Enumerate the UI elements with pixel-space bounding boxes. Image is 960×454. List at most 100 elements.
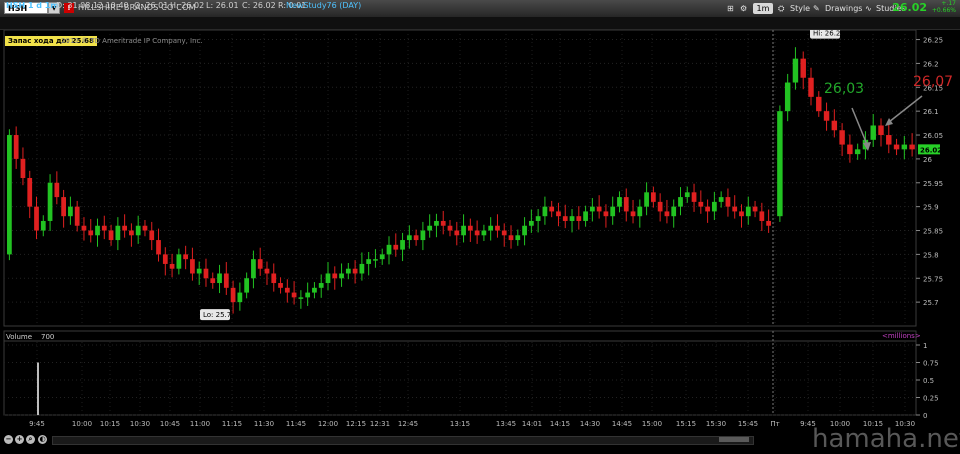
hi-bubble-label: Hi: 26.21 — [813, 30, 845, 38]
x-tick-label: 15:15 — [676, 420, 696, 428]
candle — [528, 220, 534, 226]
candle — [610, 206, 616, 217]
style-button[interactable]: Style — [790, 2, 810, 15]
candle — [508, 235, 514, 241]
chart-title: HSH 1 d 1m — [6, 1, 59, 10]
candle — [461, 225, 466, 236]
candle — [400, 240, 405, 250]
candle — [115, 225, 121, 241]
candle — [217, 273, 222, 284]
x-tick-label: 12:00 — [318, 420, 338, 428]
candle — [230, 287, 236, 303]
bar-open: O: 26.01 — [134, 1, 169, 10]
candle — [691, 192, 697, 202]
volume-y-tick-label: 1 — [923, 342, 927, 350]
scroll-thumb[interactable] — [719, 437, 749, 442]
style-icon[interactable]: ⛭ — [778, 2, 788, 15]
x-tick-label: 11:15 — [222, 420, 242, 428]
candle — [318, 283, 324, 288]
candle — [379, 254, 385, 260]
candle — [808, 77, 814, 97]
pencil-icon[interactable]: ✎ — [813, 2, 823, 15]
y-tick-label: 25.95 — [923, 180, 943, 188]
candle — [792, 58, 799, 83]
candle — [893, 144, 900, 150]
volume-y-tick-label: 0.25 — [923, 395, 939, 403]
zoom-in-icon[interactable]: + — [15, 435, 24, 444]
candle — [278, 283, 283, 288]
gear-icon[interactable]: ⚙ — [740, 2, 750, 15]
candle — [20, 158, 26, 178]
candle — [81, 225, 87, 231]
candle — [562, 216, 568, 221]
candle — [684, 192, 690, 198]
x-tick-label: 10:15 — [100, 420, 120, 428]
candle — [108, 230, 114, 241]
candle — [839, 130, 845, 145]
candle — [495, 225, 500, 231]
candle — [823, 111, 830, 121]
studies-icon[interactable]: ∿ — [865, 2, 875, 15]
candle — [325, 273, 331, 284]
x-tick-label: 10:45 — [160, 420, 180, 428]
candle — [196, 268, 202, 274]
annotation-green: 26,03 — [824, 81, 864, 97]
candle — [583, 211, 588, 221]
zoom-out-icon[interactable]: − — [4, 435, 13, 444]
candle — [7, 135, 12, 255]
y-tick-label: 25.85 — [923, 228, 943, 236]
x-tick-label: 11:30 — [254, 420, 274, 428]
candle — [481, 230, 487, 236]
candle — [474, 230, 480, 236]
candle — [447, 225, 453, 231]
candle — [777, 111, 783, 217]
x-tick-label: 12:15 — [346, 420, 366, 428]
candle — [298, 297, 304, 299]
candle — [440, 220, 446, 226]
drawings-button[interactable]: Drawings — [825, 2, 862, 15]
y-tick-label: 25.75 — [923, 275, 943, 283]
candle — [427, 225, 433, 231]
x-tick-label: 15:30 — [706, 420, 726, 428]
candle — [237, 292, 243, 303]
candle — [190, 259, 195, 274]
candle — [352, 268, 358, 274]
time-scrollbar[interactable] — [52, 436, 754, 445]
candle — [413, 235, 419, 241]
x-tick-label: 12:45 — [398, 420, 418, 428]
magnifier-icon[interactable]: ⌕ — [26, 435, 35, 444]
candle — [623, 197, 629, 212]
candle — [542, 206, 548, 217]
price-chart[interactable]: 26.2526.226.1526.126.052625.9525.925.852… — [0, 30, 960, 328]
candle — [142, 225, 148, 231]
candle — [671, 206, 677, 217]
candle — [183, 254, 189, 260]
x-tick-label: 14:01 — [522, 420, 542, 428]
candle — [637, 206, 643, 217]
volume-label: Volume — [6, 333, 33, 341]
link-icon[interactable]: ⊞ — [727, 2, 737, 15]
candle — [34, 206, 39, 231]
candle — [831, 120, 838, 131]
candle — [257, 259, 263, 269]
candle — [345, 268, 351, 274]
x-tick-label: 12:31 — [370, 420, 390, 428]
candle — [40, 220, 46, 231]
last-price-tag-label: 26.02 — [920, 146, 942, 154]
candle — [264, 268, 270, 274]
x-tick-label: 9:45 — [29, 420, 45, 428]
candle — [169, 263, 175, 269]
volume-chart: 1 0.75 0.5 0.25 0 9:45 10:00 10:15 10:30 10:45 11:… — [3, 330, 939, 428]
x-tick-label: 15:45 — [738, 420, 758, 428]
candle — [535, 216, 541, 221]
y-tick-label: 26.1 — [923, 108, 939, 116]
timeframe-button[interactable]: 1m — [753, 3, 773, 14]
candle — [271, 273, 277, 284]
candle — [210, 278, 216, 284]
copyright: 2012 © TD Ameritrade IP Company, Inc. — [61, 37, 203, 45]
candle — [816, 96, 822, 112]
candle — [718, 197, 724, 202]
candle — [712, 201, 717, 212]
candle — [759, 211, 765, 221]
pan-icon[interactable]: ◐ — [38, 435, 47, 444]
